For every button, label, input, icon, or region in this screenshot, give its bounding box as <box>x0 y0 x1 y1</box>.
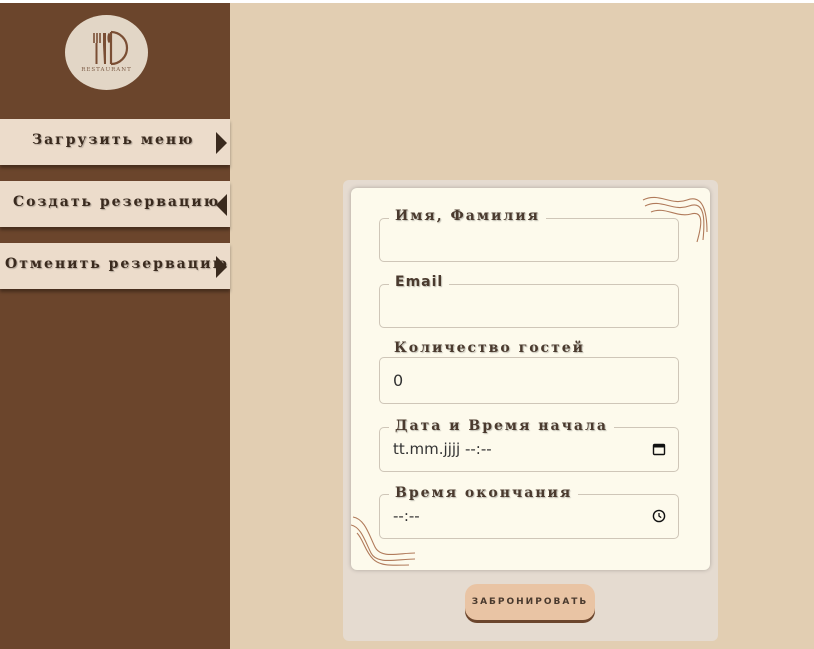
sidebar-item-cancel-reservation[interactable]: Отменить резервацию <box>0 243 230 289</box>
logo-text: RESTAURANT <box>81 67 132 73</box>
end-time-value: --:-- <box>393 507 420 525</box>
name-field[interactable]: Имя, Фамилия <box>379 208 679 263</box>
chevron-right-icon <box>216 256 227 278</box>
sidebar-item-label: Загрузить меню <box>32 132 195 148</box>
start-datetime-label: Дата и Время начала <box>389 418 614 434</box>
name-label: Имя, Фамилия <box>389 208 546 224</box>
restaurant-logo[interactable]: RESTAURANT <box>65 15 148 90</box>
fork-knife-spoon-plate-icon <box>93 30 129 66</box>
sidebar: RESTAURANT Загрузить меню Создать резерв… <box>0 3 230 649</box>
sidebar-item-create-reservation[interactable]: Создать резервацию <box>0 181 230 227</box>
chevron-left-icon <box>216 194 227 216</box>
guests-input[interactable]: 0 <box>379 357 679 404</box>
reservation-form: Имя, Фамилия Email Количество гостей 0 t… <box>351 188 710 570</box>
end-time-label: Время окончания <box>389 485 579 501</box>
email-field[interactable]: Email <box>379 274 679 329</box>
sidebar-item-label: Создать резервацию <box>13 194 221 210</box>
name-input[interactable] <box>379 218 679 262</box>
guests-label: Количество гостей <box>394 340 586 356</box>
reserve-button[interactable]: ЗАБРОНИРОВАТЬ <box>465 584 595 620</box>
end-time-field[interactable]: --:-- Время окончания <box>379 485 679 540</box>
sidebar-item-upload-menu[interactable]: Загрузить меню <box>0 119 230 165</box>
sidebar-item-label: Отменить резервацию <box>5 256 229 272</box>
start-datetime-value: tt.mm.jjjj --:-- <box>393 440 492 458</box>
email-label: Email <box>389 274 450 290</box>
clock-icon[interactable] <box>652 509 666 523</box>
start-datetime-field[interactable]: tt.mm.jjjj --:-- Дата и Время начала <box>379 418 679 473</box>
chevron-right-icon <box>216 132 227 154</box>
calendar-icon[interactable] <box>652 442 666 456</box>
guests-value: 0 <box>393 371 404 390</box>
email-input[interactable] <box>379 284 679 328</box>
reservation-form-card: Имя, Фамилия Email Количество гостей 0 t… <box>343 180 718 641</box>
guests-field[interactable]: Количество гостей 0 <box>379 340 679 405</box>
